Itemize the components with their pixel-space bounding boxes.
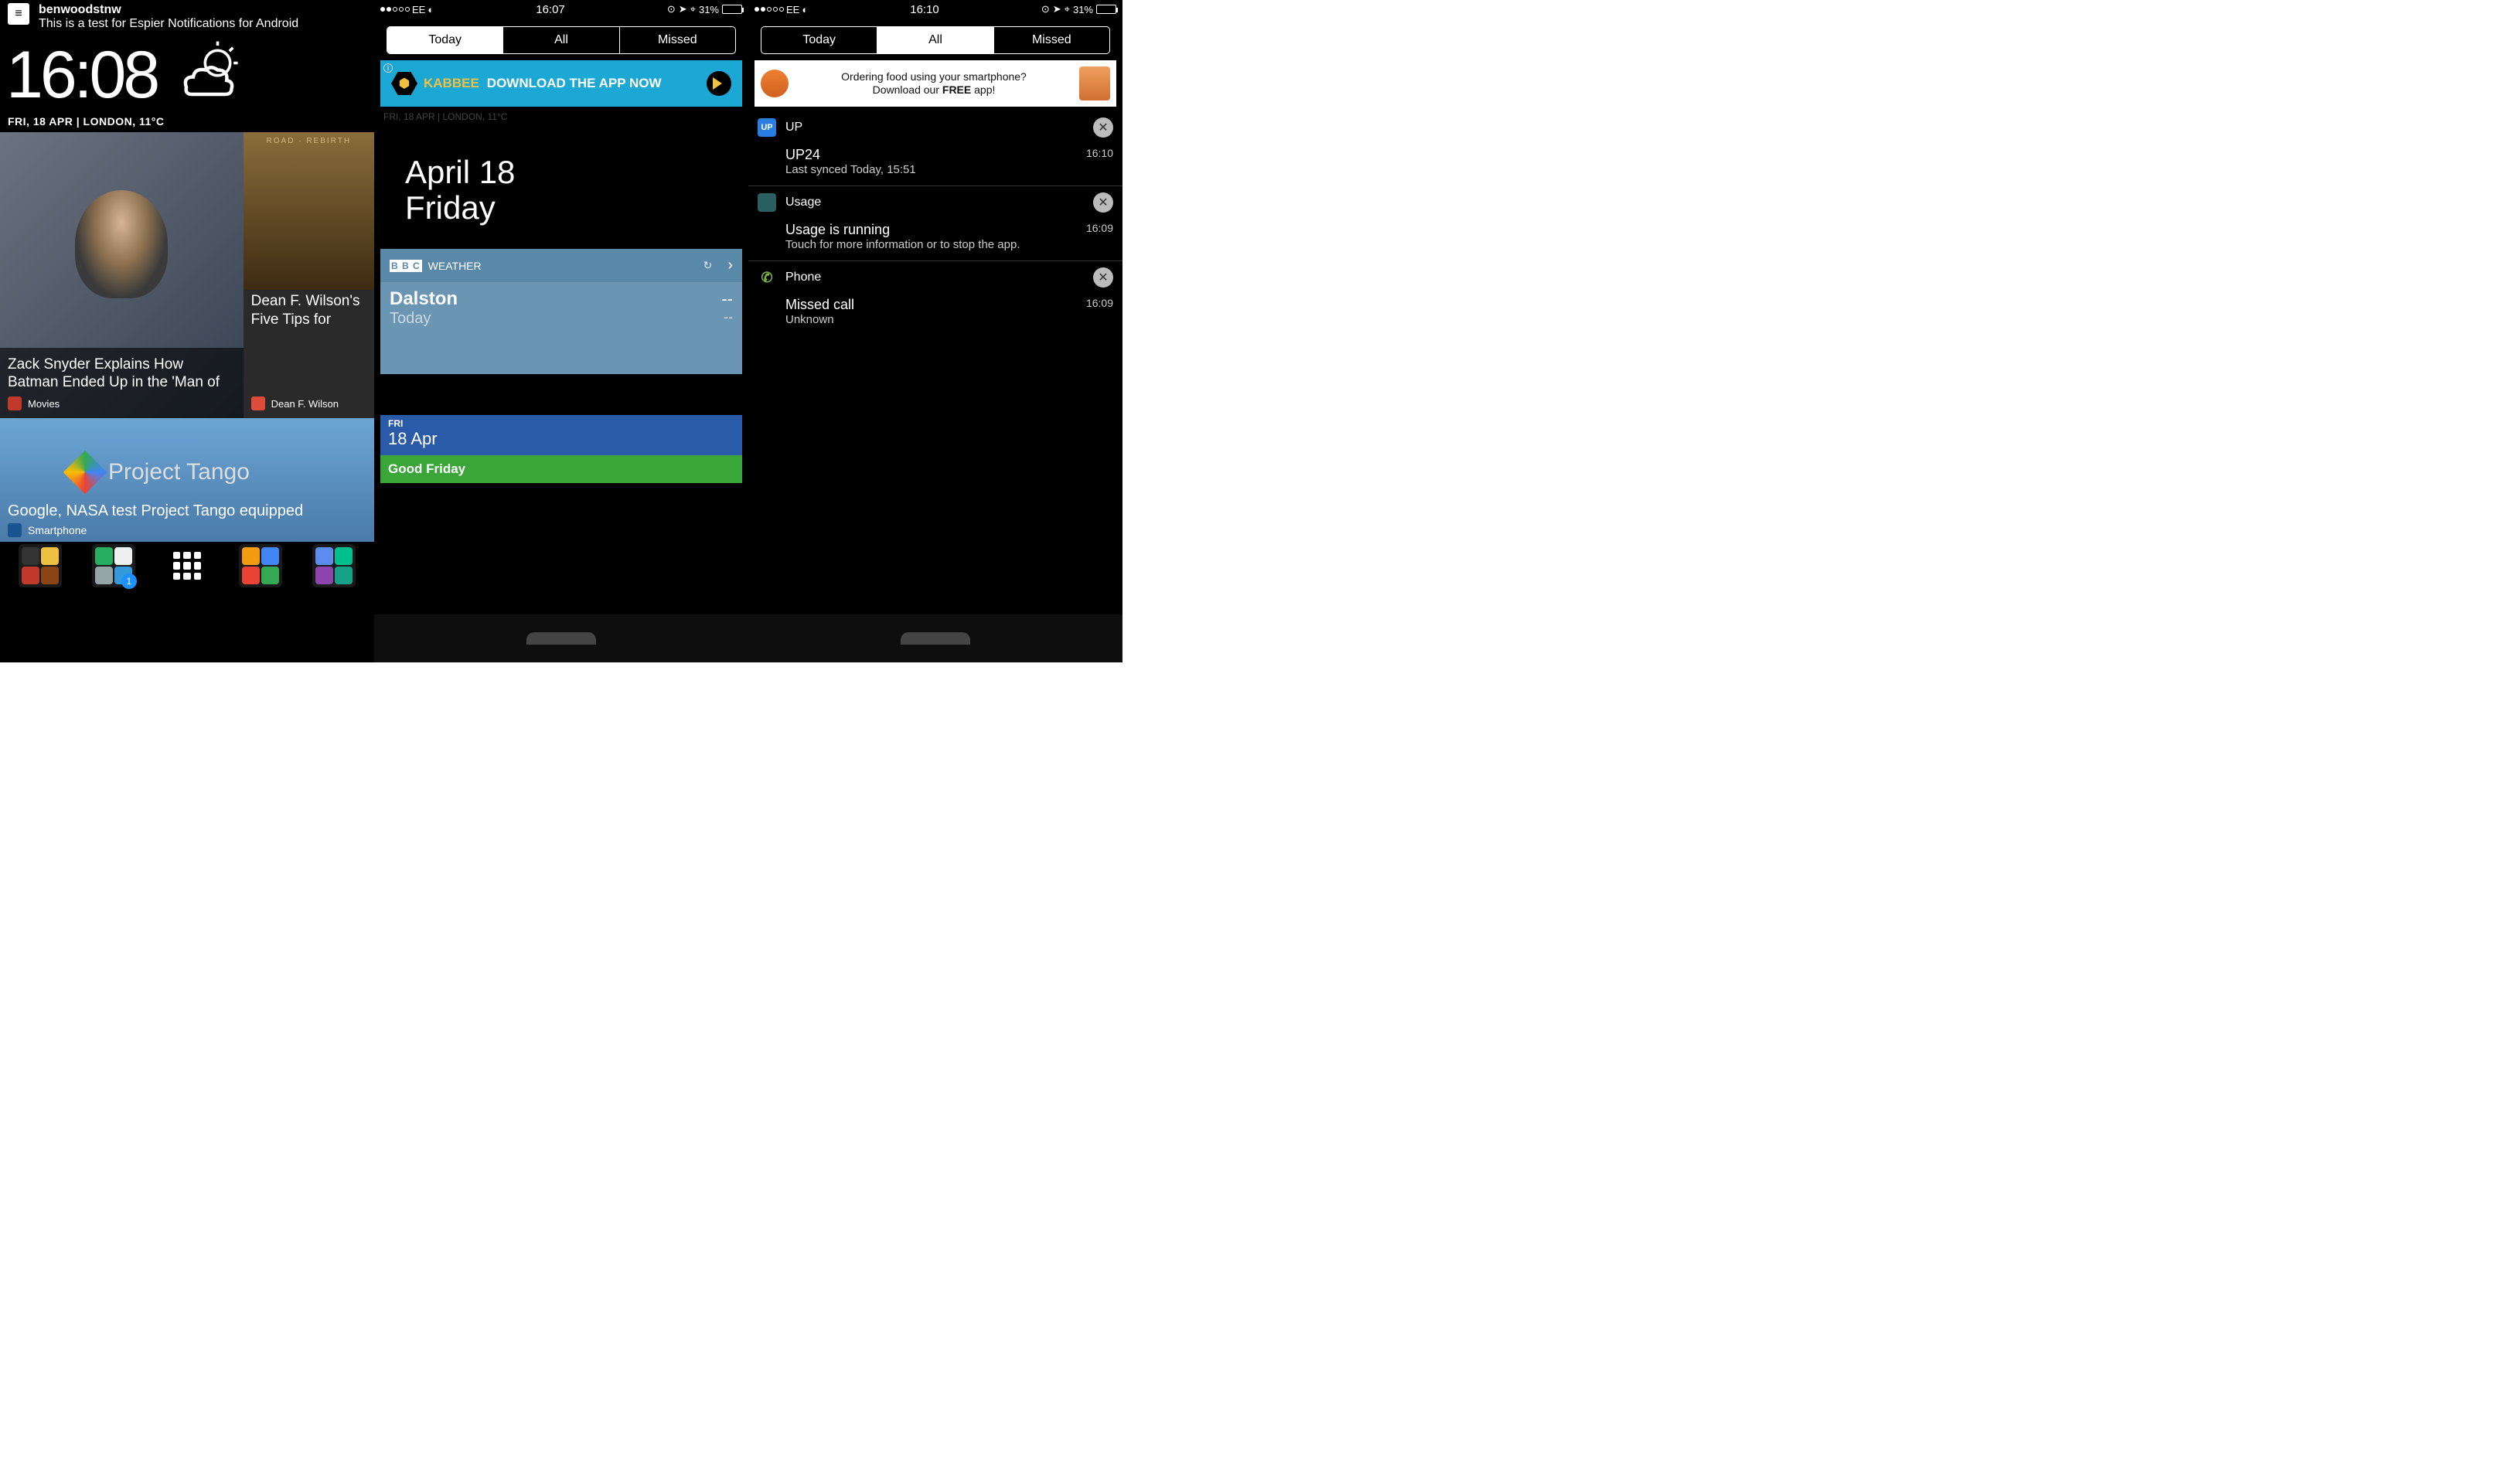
dock-folder-2[interactable]: 1 — [92, 544, 135, 587]
status-time: 16:07 — [434, 3, 667, 16]
bbc-logo: B B C — [390, 260, 422, 272]
location-icon: ➤ — [679, 3, 687, 15]
source-icon — [251, 397, 265, 410]
news-tile-large[interactable]: Zack Snyder Explains How Batman Ended Up… — [0, 132, 244, 418]
source-icon — [8, 397, 22, 410]
notif-user: benwoodstnw — [39, 3, 298, 17]
weather-icon — [172, 39, 242, 112]
news-title: Zack Snyder Explains How Batman Ended Up… — [8, 356, 236, 393]
source-icon — [8, 523, 22, 537]
signal-dots-icon — [755, 7, 784, 12]
apps-button[interactable] — [165, 544, 209, 587]
news-title-w: Google, NASA test Project Tango equipped — [8, 502, 303, 520]
tab-missed[interactable]: Missed — [620, 27, 735, 53]
ad-logo-icon: ⬢ — [391, 72, 417, 95]
notif-group-header[interactable]: Usage ✕ — [748, 188, 1122, 217]
tab-today[interactable]: Today — [761, 27, 877, 53]
info-icon: i — [383, 63, 393, 73]
battery-pct: 31% — [1073, 4, 1093, 15]
grabber-icon[interactable] — [526, 632, 596, 645]
ad-banner[interactable]: Ordering food using your smartphone? Dow… — [755, 60, 1116, 107]
status-time: 16:10 — [808, 3, 1041, 16]
notification-tabs: Today All Missed — [761, 26, 1110, 54]
today-date-widget: April 18 Friday — [374, 124, 748, 226]
chevron-right-icon[interactable]: › — [727, 257, 733, 274]
play-icon — [707, 71, 731, 96]
bbc-weather-card[interactable]: B B C WEATHER ↻ › Dalston Today -- -- — [380, 249, 742, 374]
status-bar: EE ◐ 16:10 ⊙ ➤ ⌖ 31% — [748, 0, 1122, 19]
carrier: EE — [412, 4, 425, 15]
wifi-icon: ◐ — [802, 4, 808, 15]
badge: 1 — [121, 574, 137, 589]
carrier: EE — [786, 4, 799, 15]
location-icon: ➤ — [1053, 3, 1061, 15]
tab-missed[interactable]: Missed — [994, 27, 1109, 53]
dock-folder-4[interactable] — [312, 544, 356, 587]
news-feed: Zack Snyder Explains How Batman Ended Up… — [0, 132, 374, 418]
notif-item[interactable]: Usage is running16:09 Touch for more inf… — [748, 217, 1122, 259]
notif-group-header[interactable]: UP UP ✕ — [748, 113, 1122, 142]
battery-icon — [722, 5, 742, 14]
dim-dock — [748, 614, 1122, 662]
news-tile-small[interactable]: ROAD · REBIRTH Dean F. Wilson's Five Tip… — [244, 132, 374, 418]
close-icon[interactable]: ✕ — [1093, 267, 1113, 288]
notif-group-header[interactable]: ✆ Phone ✕ — [748, 263, 1122, 292]
phone-icon: ✆ — [758, 268, 776, 287]
signal-dots-icon — [380, 7, 410, 12]
news-title-r: Dean F. Wilson's Five Tips for — [251, 292, 366, 329]
notification-banner[interactable]: ≡ benwoodstnw This is a test for Espier … — [0, 0, 374, 37]
usage-icon — [758, 193, 776, 212]
chat-icon: ≡ — [8, 3, 29, 25]
panel-all: EE ◐ 16:10 ⊙ ➤ ⌖ 31% Today All Missed Or… — [748, 0, 1122, 662]
dock: 1 — [0, 542, 374, 590]
lock-icon: ⊙ — [1041, 3, 1050, 15]
notification-tabs: Today All Missed — [387, 26, 736, 54]
date-line: FRI, 18 APR | LONDON, 11°C — [0, 115, 374, 132]
close-icon[interactable]: ✕ — [1093, 192, 1113, 213]
refresh-icon[interactable]: ↻ — [703, 259, 713, 272]
news-source: Movies — [28, 398, 60, 410]
ad-logo-icon — [761, 70, 789, 97]
news-tile-wide[interactable]: Project Tango Google, NASA test Project … — [0, 418, 374, 542]
battery-icon — [1096, 5, 1116, 14]
dock-folder-3[interactable] — [239, 544, 282, 587]
wifi-icon: ◐ — [428, 4, 434, 15]
ad-banner[interactable]: i ⬢ KABBEE DOWNLOAD THE APP NOW — [380, 60, 742, 107]
clock-widget[interactable]: 16:08 — [0, 37, 374, 115]
bluetooth-icon: ⌖ — [1065, 3, 1070, 15]
lock-icon: ⊙ — [667, 3, 676, 15]
bluetooth-icon: ⌖ — [690, 3, 696, 15]
close-icon[interactable]: ✕ — [1093, 117, 1113, 138]
dim-dateline: FRI, 18 APR | LONDON, 11°C — [374, 110, 748, 124]
grabber-icon[interactable] — [901, 632, 970, 645]
dim-dock — [374, 614, 748, 662]
tango-logo: Project Tango — [70, 457, 250, 488]
battery-pct: 31% — [699, 4, 719, 15]
poster-image: ROAD · REBIRTH — [244, 132, 374, 290]
notif-text: This is a test for Espier Notifications … — [39, 17, 298, 31]
status-bar: EE ◐ 16:07 ⊙ ➤ ⌖ 31% — [374, 0, 748, 19]
tab-all[interactable]: All — [877, 27, 993, 53]
dock-folder-1[interactable] — [19, 544, 62, 587]
tab-today[interactable]: Today — [387, 27, 503, 53]
ad-image — [1079, 66, 1110, 100]
notif-item[interactable]: Missed call16:09 Unknown — [748, 292, 1122, 334]
panel-home: ≡ benwoodstnw This is a test for Espier … — [0, 0, 374, 662]
up-icon: UP — [758, 118, 776, 137]
calendar-card[interactable]: FRI 18 Apr Good Friday — [380, 413, 742, 483]
clock-time: 16:08 — [6, 37, 157, 114]
tab-all[interactable]: All — [503, 27, 619, 53]
notification-list: UP UP ✕ UP2416:10 Last synced Today, 15:… — [748, 110, 1122, 337]
notif-item[interactable]: UP2416:10 Last synced Today, 15:51 — [748, 142, 1122, 184]
panel-today: EE ◐ 16:07 ⊙ ➤ ⌖ 31% Today All Missed i … — [374, 0, 748, 662]
